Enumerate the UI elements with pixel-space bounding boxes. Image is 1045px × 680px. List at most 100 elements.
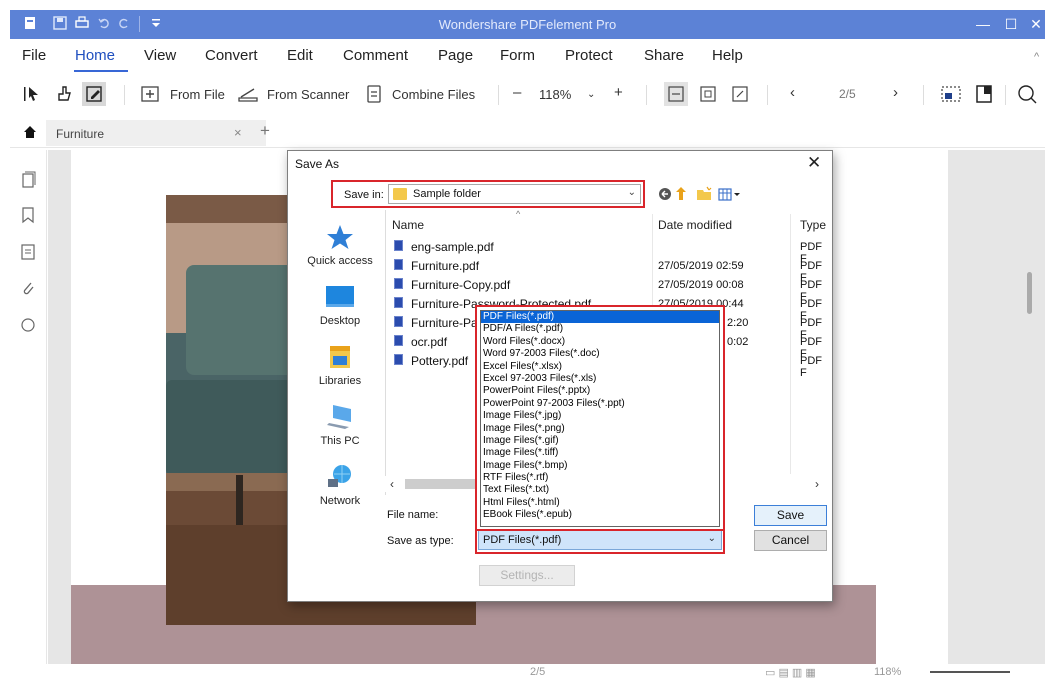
- type-option[interactable]: Word 97-2003 Files(*.doc): [481, 348, 719, 360]
- comment-panel-icon[interactable]: [18, 242, 38, 262]
- tab-furniture[interactable]: Furniture ×: [46, 120, 266, 146]
- prev-page-button[interactable]: ‹: [790, 84, 795, 101]
- thumbnails-icon[interactable]: [18, 170, 38, 190]
- collapse-ribbon-icon[interactable]: ^: [1034, 51, 1039, 63]
- type-option[interactable]: Image Files(*.tiff): [481, 447, 719, 459]
- type-option[interactable]: PowerPoint Files(*.pptx): [481, 385, 719, 397]
- combine-files-button[interactable]: Combine Files: [392, 87, 475, 102]
- place-libraries[interactable]: Libraries: [294, 343, 386, 387]
- crop-icon[interactable]: [939, 82, 963, 106]
- vertical-scrollbar[interactable]: [1027, 272, 1032, 314]
- menu-convert[interactable]: Convert: [205, 47, 258, 64]
- scroll-left-icon[interactable]: ‹: [390, 477, 394, 491]
- save-button[interactable]: Save: [754, 505, 827, 526]
- zoom-level[interactable]: 118%: [539, 87, 571, 102]
- from-file-icon[interactable]: [138, 82, 162, 106]
- combine-files-icon[interactable]: [362, 82, 386, 106]
- select-tool-icon[interactable]: [20, 82, 44, 106]
- tab-bar: Furniture × +: [10, 118, 1045, 148]
- menu-help[interactable]: Help: [712, 47, 743, 64]
- page-indicator[interactable]: 2/5: [839, 87, 856, 101]
- tab-close-icon[interactable]: ×: [234, 125, 242, 140]
- type-option[interactable]: EBook Files(*.epub): [481, 509, 719, 521]
- single-page-icon[interactable]: [972, 82, 996, 106]
- pdf-file-icon: [394, 316, 403, 327]
- menu-bar: File Home View Convert Edit Comment Page…: [10, 39, 1045, 73]
- pdf-file-icon: [394, 297, 403, 308]
- scanner-icon[interactable]: [236, 82, 260, 106]
- hand-tool-icon[interactable]: [52, 82, 76, 106]
- menu-page[interactable]: Page: [438, 47, 473, 64]
- dialog-close-button[interactable]: ✕: [807, 153, 821, 173]
- bookmark-icon[interactable]: [18, 205, 38, 225]
- zoom-slider[interactable]: [930, 671, 1010, 673]
- add-tab-button[interactable]: +: [260, 121, 270, 141]
- file-row[interactable]: eng-sample.pdf PDF F: [386, 237, 826, 265]
- file-row[interactable]: Furniture-Copy.pdf 27/05/2019 00:08 PDF …: [386, 275, 826, 303]
- divider: [124, 85, 125, 105]
- menu-view[interactable]: View: [144, 47, 176, 64]
- menu-comment[interactable]: Comment: [343, 47, 408, 64]
- menu-share[interactable]: Share: [644, 47, 684, 64]
- from-file-button[interactable]: From File: [170, 87, 225, 102]
- type-option-selected[interactable]: PDF Files(*.pdf): [481, 311, 719, 324]
- place-quick-access[interactable]: Quick access: [294, 223, 386, 267]
- pdf-file-icon: [394, 335, 403, 346]
- zoom-dropdown-icon[interactable]: ⌄: [587, 89, 595, 100]
- place-network[interactable]: Network: [294, 463, 386, 507]
- zoom-in-button[interactable]: +: [614, 84, 623, 101]
- home-icon[interactable]: [22, 124, 38, 143]
- edit-tool-icon[interactable]: [82, 82, 106, 106]
- search-icon[interactable]: [1015, 82, 1039, 106]
- type-option[interactable]: PowerPoint 97-2003 Files(*.ppt): [481, 398, 719, 410]
- actual-size-icon[interactable]: [728, 82, 752, 106]
- type-option[interactable]: Excel Files(*.xlsx): [481, 361, 719, 373]
- next-page-button[interactable]: ›: [893, 84, 898, 101]
- column-header-name[interactable]: Name: [392, 218, 424, 232]
- menu-edit[interactable]: Edit: [287, 47, 313, 64]
- status-zoom-level[interactable]: 118%: [874, 666, 901, 678]
- cancel-button[interactable]: Cancel: [754, 530, 827, 551]
- maximize-icon[interactable]: ☐: [1000, 14, 1022, 34]
- from-scanner-button[interactable]: From Scanner: [267, 87, 349, 102]
- places-bar: Quick access Desktop Libraries This PC N…: [294, 213, 386, 513]
- folder-icon: [393, 188, 407, 200]
- type-option[interactable]: Text Files(*.txt): [481, 484, 719, 496]
- file-row[interactable]: Furniture.pdf 27/05/2019 02:59 PDF F: [386, 256, 826, 284]
- settings-button[interactable]: Settings...: [479, 565, 575, 586]
- type-option[interactable]: Word Files(*.docx): [481, 336, 719, 348]
- scroll-right-icon[interactable]: ›: [815, 477, 819, 491]
- save-in-dropdown[interactable]: Sample folder ⌄: [388, 184, 641, 204]
- status-page-indicator[interactable]: 2/5: [530, 666, 545, 678]
- type-option[interactable]: Image Files(*.png): [481, 423, 719, 435]
- column-header-type[interactable]: Type: [800, 218, 826, 232]
- file-name: Furniture-Pa: [411, 316, 478, 330]
- fit-width-icon[interactable]: [664, 82, 688, 106]
- type-option[interactable]: RTF Files(*.rtf): [481, 472, 719, 484]
- file-type-dropdown-list: PDF Files(*.pdf) PDF/A Files(*.pdf) Word…: [475, 305, 725, 531]
- tab-label: Furniture: [56, 127, 105, 141]
- place-this-pc[interactable]: This PC: [294, 403, 386, 447]
- search-panel-icon[interactable]: [18, 315, 38, 335]
- save-in-value: Sample folder: [413, 188, 481, 200]
- menu-protect[interactable]: Protect: [565, 47, 613, 64]
- fit-page-icon[interactable]: [696, 82, 720, 106]
- close-icon[interactable]: ✕: [1025, 14, 1045, 34]
- menu-file[interactable]: File: [22, 47, 46, 64]
- place-desktop[interactable]: Desktop: [294, 283, 386, 327]
- zoom-out-button[interactable]: –: [513, 84, 521, 101]
- menu-form[interactable]: Form: [500, 47, 535, 64]
- column-header-date[interactable]: Date modified: [658, 218, 732, 232]
- attachment-icon[interactable]: [18, 278, 38, 298]
- type-option[interactable]: Excel 97-2003 Files(*.xls): [481, 373, 719, 385]
- minimize-icon[interactable]: —: [972, 14, 994, 34]
- type-option[interactable]: Html Files(*.html): [481, 497, 719, 509]
- type-option[interactable]: Image Files(*.bmp): [481, 460, 719, 472]
- type-option[interactable]: Image Files(*.jpg): [481, 410, 719, 422]
- place-label: Network: [319, 495, 361, 507]
- menu-home[interactable]: Home: [75, 47, 115, 64]
- type-option[interactable]: PDF/A Files(*.pdf): [481, 323, 719, 335]
- page-layout-icon[interactable]: ▭ ▤ ▥ ▦: [765, 666, 816, 679]
- type-option[interactable]: Image Files(*.gif): [481, 435, 719, 447]
- title-bar: Wondershare PDFelement Pro — ☐ ✕: [10, 10, 1045, 39]
